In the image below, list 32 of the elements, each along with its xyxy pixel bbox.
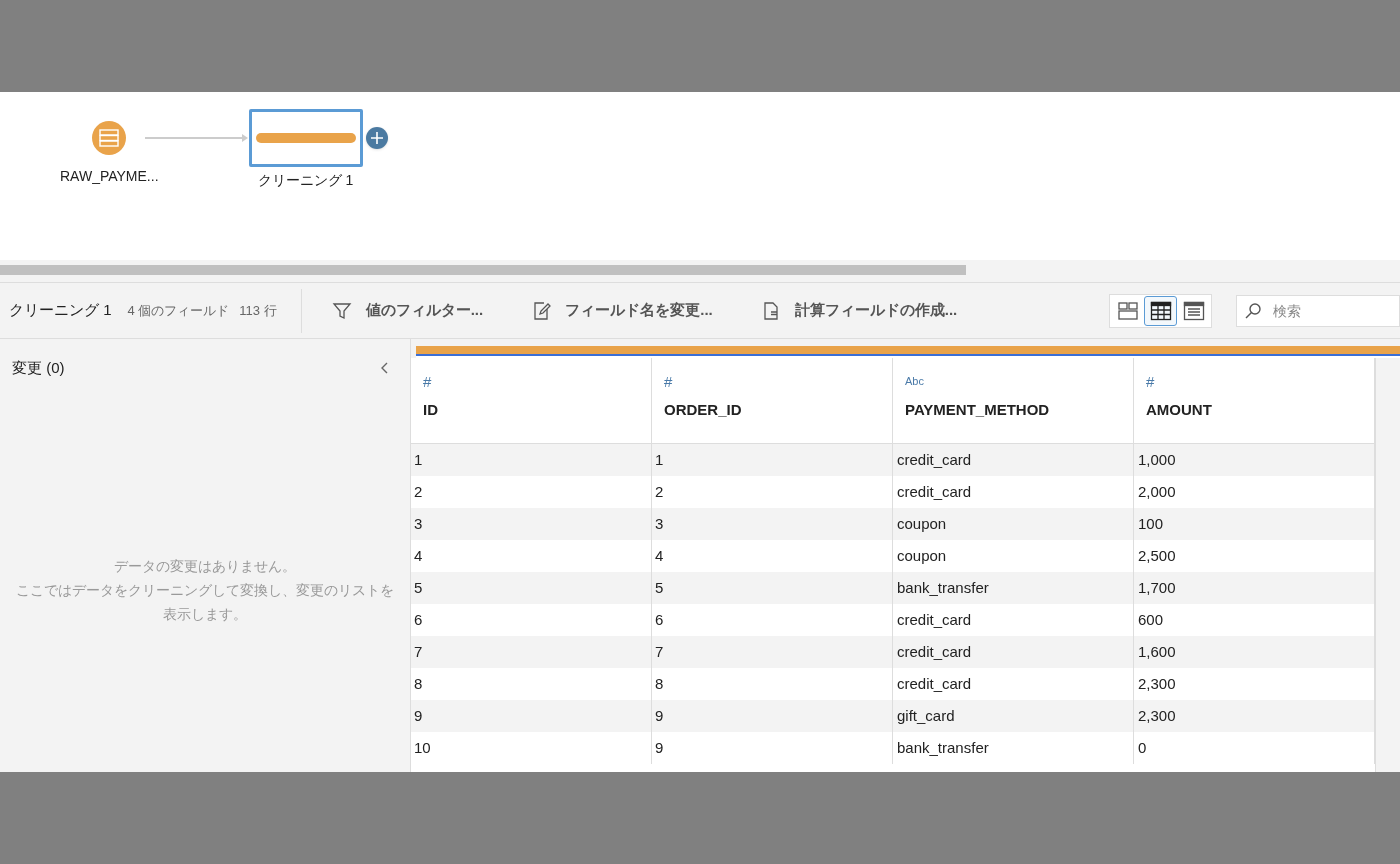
grid-view-icon	[1149, 300, 1172, 321]
node-label[interactable]: クリーニング 1	[257, 170, 354, 191]
row-count: 113 行	[239, 301, 277, 320]
search-icon	[1244, 301, 1263, 320]
cards-view-icon	[1116, 300, 1139, 321]
database-icon	[92, 121, 127, 155]
step-name: クリーニング 1	[9, 300, 112, 321]
search-field[interactable]: 検索	[1236, 294, 1400, 327]
collapse-chevron-icon[interactable]	[380, 361, 390, 376]
changes-title: 変更 (0)	[12, 358, 65, 378]
table-cell: 10	[411, 732, 652, 764]
horizontal-scrollbar[interactable]	[0, 265, 966, 275]
empty-state-title: データの変更はありません。	[114, 556, 296, 576]
view-toggle-button[interactable]	[1144, 295, 1178, 326]
string-type-icon: Abc	[905, 372, 924, 390]
plus-icon	[370, 132, 383, 144]
list-view-icon	[1182, 300, 1205, 321]
document-pencil-icon	[531, 300, 552, 321]
toolbar-action-button[interactable]: 値のフィルター...	[331, 299, 484, 322]
filter-icon	[331, 300, 352, 321]
empty-state-description: ここではデータをクリーニングして変換し、変更のリストを表示します。	[15, 580, 395, 624]
clean-step-node[interactable]	[248, 109, 363, 167]
table-cell: 9	[652, 732, 893, 764]
number-type-icon: #	[1146, 373, 1155, 389]
table-cell: bank_transfer	[893, 732, 1134, 764]
toolbar-action-button[interactable]: 計算フィールドの作成...	[760, 299, 958, 322]
number-type-icon: #	[664, 373, 673, 389]
add-step-button[interactable]	[365, 127, 388, 149]
number-type-icon: #	[423, 373, 432, 389]
toolbar-action-button[interactable]: フィールド名を変更...	[531, 299, 713, 322]
node-label[interactable]: RAW_PAYME...	[60, 166, 159, 187]
field-count: 4 個のフィールド	[127, 301, 230, 320]
